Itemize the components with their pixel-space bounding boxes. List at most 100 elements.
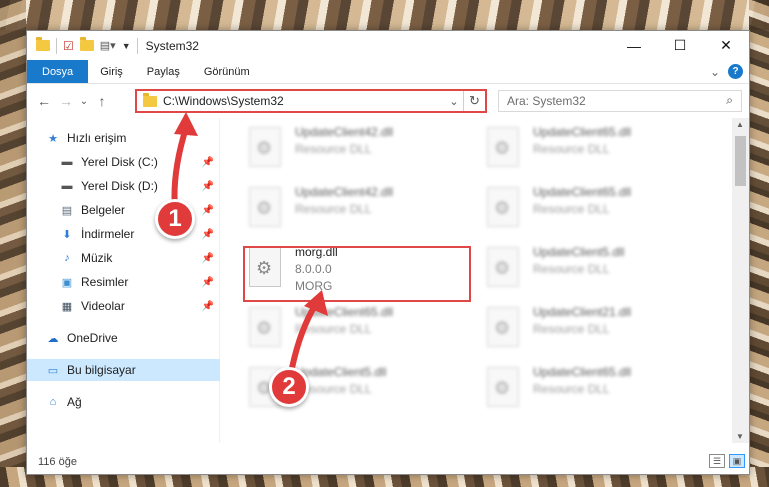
file-item[interactable]: UpdateClient65.dll Resource DLL <box>487 184 717 240</box>
dll-file-icon <box>249 127 281 167</box>
customize-toolbar-icon[interactable]: ▤▾ <box>100 39 116 52</box>
sidebar-item-this-pc[interactable]: ▭ Bu bilgisayar <box>27 359 220 381</box>
maximize-button[interactable]: ☐ <box>657 31 703 60</box>
dropdown-arrow-icon[interactable]: ▼ <box>122 41 131 51</box>
file-description: Resource DLL <box>295 142 372 156</box>
sidebar-item-label: Müzik <box>81 251 113 265</box>
sidebar-item-network[interactable]: ⌂ Ağ <box>27 391 220 413</box>
search-placeholder: Ara: System32 <box>507 94 586 108</box>
file-name: UpdateClient42.dll <box>295 125 394 139</box>
close-button[interactable]: ✕ <box>703 31 749 60</box>
folder-icon <box>36 37 50 51</box>
pin-icon[interactable]: 📌 <box>202 277 214 288</box>
quick-access-toolbar: ☑ ▤▾ ▼ <box>27 37 131 54</box>
search-icon[interactable]: ⌕ <box>726 93 733 108</box>
file-item[interactable]: UpdateClient42.dll Resource DLL <box>249 124 479 180</box>
file-item[interactable]: UpdateClient65.dll Resource DLL <box>249 304 479 360</box>
details-view-icon[interactable]: ☰ <box>709 454 725 468</box>
dll-file-icon <box>487 187 519 227</box>
sidebar-item-label: Yerel Disk (C:) <box>81 155 158 169</box>
videos-icon: ▦ <box>61 300 73 313</box>
desktop-background-right <box>749 0 769 487</box>
sidebar-item-quick-access[interactable]: ★ Hızlı erişim <box>27 127 220 149</box>
pin-icon[interactable]: 📌 <box>202 157 214 168</box>
file-item[interactable]: UpdateClient65.dll Resource DLL <box>487 364 717 420</box>
file-item[interactable]: UpdateClient5.dll Resource DLL <box>487 244 717 300</box>
file-item[interactable]: UpdateClient42.dll Resource DLL <box>249 184 479 240</box>
tab-share[interactable]: Paylaş <box>135 60 192 83</box>
refresh-button[interactable]: ↻ <box>463 91 485 111</box>
dll-file-icon <box>249 307 281 347</box>
sidebar-item-local-disk-c[interactable]: ▬ Yerel Disk (C:) 📌 <box>27 151 220 173</box>
dll-file-icon <box>487 127 519 167</box>
ribbon-tabs: Dosya Giriş Paylaş Görünüm ⌄ ? <box>27 60 749 84</box>
file-item[interactable]: UpdateClient65.dll Resource DLL <box>487 124 717 180</box>
recent-locations-button[interactable]: ⌄ <box>77 96 91 107</box>
file-highlight-box <box>243 246 471 302</box>
file-description: Resource DLL <box>533 142 610 156</box>
ribbon-right-controls: ⌄ ? <box>710 64 743 79</box>
sidebar-item-label: Ağ <box>67 395 82 409</box>
tab-home[interactable]: Giriş <box>88 60 135 83</box>
sidebar-item-label: Videolar <box>81 299 125 313</box>
expand-ribbon-icon[interactable]: ⌄ <box>710 65 720 79</box>
pin-icon[interactable]: 📌 <box>202 253 214 264</box>
file-name: UpdateClient42.dll <box>295 185 394 199</box>
pictures-icon: ▣ <box>61 276 73 289</box>
pin-icon[interactable]: 📌 <box>202 205 214 216</box>
drive-icon: ▬ <box>61 156 73 168</box>
file-description: Resource DLL <box>533 262 610 276</box>
scrollbar-thumb[interactable] <box>735 136 746 186</box>
sidebar-item-videos[interactable]: ▦ Videolar 📌 <box>27 295 220 317</box>
address-path[interactable]: C:\Windows\System32 <box>163 94 445 108</box>
properties-icon[interactable]: ☑ <box>63 39 74 53</box>
network-icon: ⌂ <box>49 396 57 408</box>
sidebar-item-label: Resimler <box>81 275 129 289</box>
view-toggle: ☰ ▣ <box>709 454 745 468</box>
tab-file[interactable]: Dosya <box>27 60 89 83</box>
help-icon[interactable]: ? <box>728 64 743 79</box>
file-description: Resource DLL <box>533 382 610 396</box>
up-button[interactable]: ↑ <box>91 93 113 109</box>
star-icon: ★ <box>48 132 58 145</box>
sidebar-item-onedrive[interactable]: ☁ OneDrive <box>27 327 220 349</box>
tab-view[interactable]: Görünüm <box>192 60 262 83</box>
cloud-icon: ☁ <box>47 332 59 345</box>
sidebar-item-pictures[interactable]: ▣ Resimler 📌 <box>27 271 220 293</box>
address-bar[interactable]: C:\Windows\System32 ⌄ ↻ <box>135 89 487 113</box>
music-icon: ♪ <box>64 252 70 264</box>
item-count: 116 öğe <box>38 455 77 468</box>
file-name: UpdateClient5.dll <box>295 365 387 379</box>
vertical-scrollbar[interactable]: ▲ ▼ <box>732 118 749 443</box>
documents-icon: ▤ <box>61 204 73 217</box>
pin-icon[interactable]: 📌 <box>202 181 214 192</box>
back-button[interactable]: ← <box>33 93 55 109</box>
navigation-bar: ← → ⌄ ↑ C:\Windows\System32 ⌄ ↻ Ara: Sys… <box>27 84 749 118</box>
status-bar: 116 öğe ☰ ▣ <box>27 449 749 474</box>
divider <box>56 37 57 54</box>
sidebar-item-label: İndirmeler <box>81 227 135 241</box>
sidebar-item-music[interactable]: ♪ Müzik 📌 <box>27 247 220 269</box>
minimize-button[interactable]: — <box>611 31 657 60</box>
new-folder-icon[interactable] <box>79 37 94 51</box>
file-item[interactable]: UpdateClient21.dll Resource DLL <box>487 304 717 360</box>
step-2-badge: 2 <box>269 367 309 407</box>
scroll-down-icon[interactable]: ▼ <box>736 432 744 441</box>
pin-icon[interactable]: 📌 <box>202 229 214 240</box>
search-input[interactable]: Ara: System32 ⌕ <box>498 90 742 112</box>
file-description: Resource DLL <box>295 202 372 216</box>
address-dropdown-icon[interactable]: ⌄ <box>445 95 463 108</box>
divider <box>136 37 138 54</box>
forward-button[interactable]: → <box>55 93 77 109</box>
sidebar-item-local-disk-d[interactable]: ▬ Yerel Disk (D:) 📌 <box>27 175 220 197</box>
navigation-pane: ★ Hızlı erişim ▬ Yerel Disk (C:) 📌 ▬ Yer… <box>27 118 220 443</box>
file-description: Resource DLL <box>533 322 610 336</box>
file-description: Resource DLL <box>295 322 372 336</box>
window-title: System32 <box>145 38 199 53</box>
step-1-badge: 1 <box>155 199 195 239</box>
file-description: Resource DLL <box>533 202 610 216</box>
title-bar: ☑ ▤▾ ▼ System32 — ☐ ✕ <box>27 31 749 60</box>
scroll-up-icon[interactable]: ▲ <box>736 120 744 129</box>
pin-icon[interactable]: 📌 <box>202 301 214 312</box>
large-icons-view-icon[interactable]: ▣ <box>729 454 745 468</box>
